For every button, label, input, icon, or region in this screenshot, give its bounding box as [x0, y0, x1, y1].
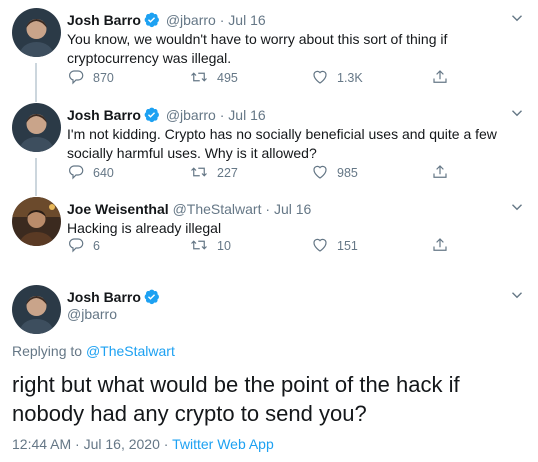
author-handle[interactable]: @TheStalwart — [173, 201, 262, 217]
avatar[interactable] — [12, 197, 61, 246]
tweet-text: right but what would be the point of the… — [12, 372, 460, 426]
author-handle[interactable]: @jbarro — [67, 306, 117, 322]
separator-dot: · — [265, 201, 271, 217]
share-button[interactable] — [431, 68, 457, 88]
tweet-text: You know, we wouldn't have to worry abou… — [67, 31, 448, 66]
verified-icon — [143, 106, 160, 127]
author-name[interactable]: Josh Barro — [67, 107, 141, 123]
chevron-down-icon[interactable] — [508, 9, 526, 27]
reply-icon — [67, 236, 93, 257]
retweet-count: 227 — [217, 166, 238, 180]
reply-count: 870 — [93, 71, 114, 85]
share-icon — [431, 68, 457, 89]
avatar[interactable] — [12, 8, 61, 57]
share-icon — [431, 163, 457, 184]
tweet-date[interactable]: Jul 16 — [228, 107, 265, 123]
reply-icon — [67, 68, 93, 89]
retweet-button[interactable]: 10 — [189, 236, 231, 256]
tweet-date[interactable]: Jul 16 — [228, 12, 265, 28]
replying-to: Replying to @TheStalwart — [12, 343, 175, 359]
tweet-actions: 6 10 151 — [67, 236, 447, 256]
retweet-count: 10 — [217, 239, 231, 253]
reply-icon — [67, 163, 93, 184]
chevron-down-icon[interactable] — [508, 104, 526, 122]
author-handle[interactable]: @jbarro — [166, 107, 216, 123]
reply-count: 640 — [93, 166, 114, 180]
replying-to-link[interactable]: @TheStalwart — [86, 343, 175, 359]
tweet-header: Josh Barro @jbarro · Jul 16 — [67, 11, 508, 32]
tweet-header: Josh Barro @jbarro · Jul 16 — [67, 106, 508, 127]
reply-button[interactable]: 870 — [67, 68, 114, 88]
reply-button[interactable]: 6 — [67, 236, 100, 256]
like-count: 151 — [337, 239, 358, 253]
avatar[interactable] — [12, 103, 61, 152]
tweet-source[interactable]: Twitter Web App — [172, 436, 274, 452]
retweet-button[interactable]: 227 — [189, 163, 238, 183]
tweet[interactable]: Joe Weisenthal @TheStalwart · Jul 16 Hac… — [0, 189, 538, 276]
like-icon — [311, 68, 337, 89]
tweet-header: Josh Barro — [67, 288, 508, 309]
retweet-count: 495 — [217, 71, 238, 85]
reply-count: 6 — [93, 239, 100, 253]
tweet[interactable]: Josh Barro @jbarro · Jul 16 You know, we… — [0, 0, 538, 102]
tweet-header: Joe Weisenthal @TheStalwart · Jul 16 — [67, 200, 508, 218]
share-button[interactable] — [431, 163, 457, 183]
tweet-actions: 870 495 1.3K — [67, 68, 447, 88]
share-button[interactable] — [431, 236, 457, 256]
verified-icon — [143, 288, 160, 309]
like-button[interactable]: 1.3K — [311, 68, 363, 88]
like-button[interactable]: 985 — [311, 163, 358, 183]
retweet-icon — [189, 236, 217, 257]
tweet-actions: 640 227 985 — [67, 163, 447, 183]
like-icon — [311, 236, 337, 257]
author-name[interactable]: Josh Barro — [67, 289, 141, 305]
tweet-timestamp[interactable]: 12:44 AM · Jul 16, 2020 — [12, 436, 160, 452]
author-name[interactable]: Joe Weisenthal — [67, 201, 169, 217]
reply-button[interactable]: 640 — [67, 163, 114, 183]
author-name[interactable]: Josh Barro — [67, 12, 141, 28]
separator-dot: · — [163, 436, 169, 452]
like-button[interactable]: 151 — [311, 236, 358, 256]
like-count: 1.3K — [337, 71, 363, 85]
retweet-icon — [189, 163, 217, 184]
replying-prefix: Replying to — [12, 343, 83, 359]
author-handle[interactable]: @jbarro — [166, 12, 216, 28]
tweet[interactable]: Josh Barro @jbarro · Jul 16 I'm not kidd… — [0, 95, 538, 196]
retweet-icon — [189, 68, 217, 89]
tweet-meta: 12:44 AM · Jul 16, 2020 · Twitter Web Ap… — [12, 436, 274, 452]
like-count: 985 — [337, 166, 358, 180]
tweet-text: I'm not kidding. Crypto has no socially … — [67, 126, 497, 161]
retweet-button[interactable]: 495 — [189, 68, 238, 88]
verified-icon — [143, 11, 160, 32]
like-icon — [311, 163, 337, 184]
chevron-down-icon[interactable] — [508, 286, 526, 304]
share-icon — [431, 236, 457, 257]
separator-dot: · — [219, 107, 225, 123]
tweet-date[interactable]: Jul 16 — [274, 201, 311, 217]
separator-dot: · — [219, 12, 225, 28]
chevron-down-icon[interactable] — [508, 198, 526, 216]
main-tweet: Josh Barro @jbarro Replying to @TheStalw… — [0, 276, 538, 462]
avatar[interactable] — [12, 285, 61, 334]
